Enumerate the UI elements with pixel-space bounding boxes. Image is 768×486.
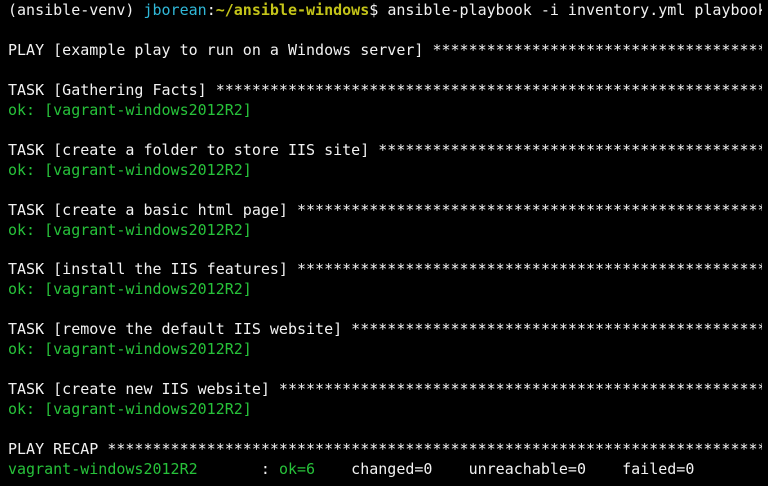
prompt-user: jborean — [143, 1, 207, 19]
prompt-symbol: $ — [369, 1, 379, 19]
recap-unreachable: unreachable=0 — [432, 460, 586, 479]
task-header: TASK [create a basic html page] ********… — [8, 200, 762, 219]
recap-colon: : — [197, 460, 279, 479]
task-header: TASK [remove the default IIS website] **… — [8, 320, 762, 339]
command-text: ansible-playbook -i inventory.yml playbo… — [387, 1, 762, 19]
recap-host: vagrant-windows2012R2 — [8, 460, 198, 479]
prompt-separator: : — [206, 1, 216, 19]
task-result: ok: [vagrant-windows2012R2] — [8, 100, 252, 119]
task-header: TASK [create a folder to store IIS site]… — [8, 140, 762, 159]
task-result: ok: [vagrant-windows2012R2] — [8, 400, 252, 419]
recap-header: PLAY RECAP *****************************… — [8, 440, 762, 459]
recap-failed: failed=0 — [586, 460, 695, 479]
task-result: ok: [vagrant-windows2012R2] — [8, 340, 252, 359]
prompt-cwd: ~/ansible-windows — [215, 1, 370, 19]
venv-label: (ansible-venv) — [8, 1, 135, 19]
task-result: ok: [vagrant-windows2012R2] — [8, 280, 252, 299]
task-result: ok: [vagrant-windows2012R2] — [8, 160, 252, 179]
task-result: ok: [vagrant-windows2012R2] — [8, 220, 252, 239]
task-header: TASK [create new IIS website] **********… — [8, 380, 762, 399]
recap-changed: changed=0 — [315, 460, 433, 479]
recap-row: vagrant-windows2012R2 : ok=6 changed=0 u… — [8, 459, 762, 479]
recap-ok: ok=6 — [278, 460, 316, 479]
task-header: TASK [Gathering Facts] *****************… — [8, 80, 762, 99]
prompt-line: (ansible-venv) jborean:~/ansible-windows… — [8, 0, 762, 20]
task-header: TASK [install the IIS features] ********… — [8, 260, 762, 279]
terminal-window[interactable]: (ansible-venv) jborean:~/ansible-windows… — [0, 0, 768, 486]
play-header: PLAY [example play to run on a Windows s… — [8, 40, 762, 59]
